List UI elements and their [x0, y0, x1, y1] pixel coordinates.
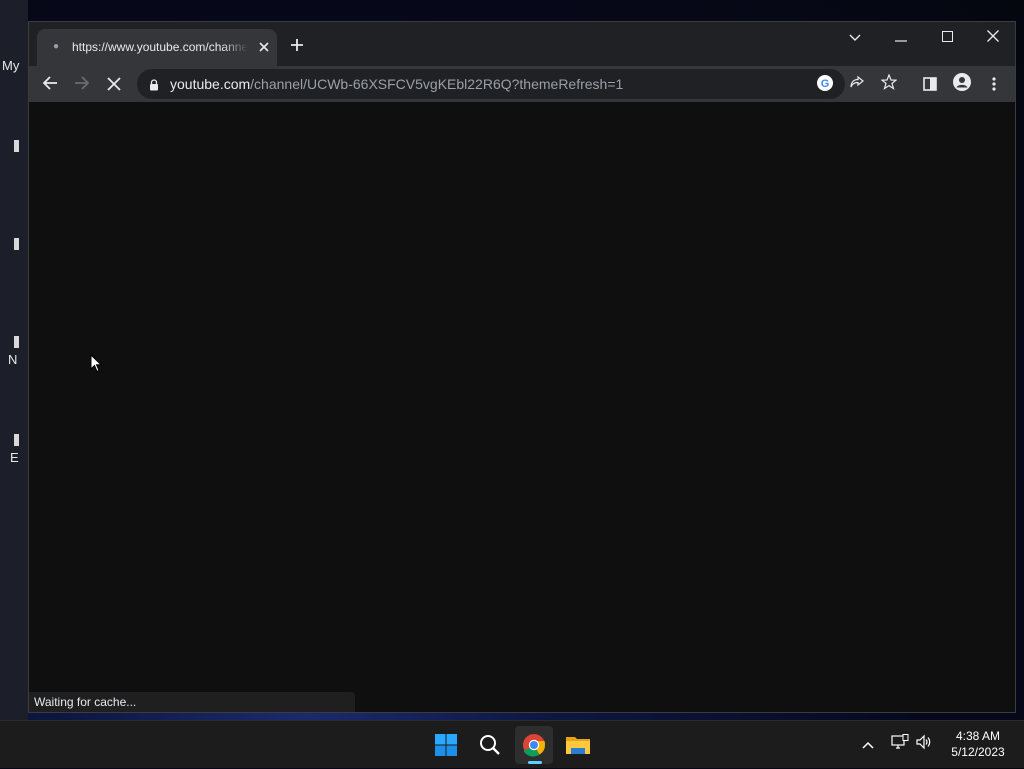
share-icon[interactable]: [847, 74, 867, 94]
browser-toolbar: youtube.com/channel/UCWb-66XSFCV5vgKEbl2…: [29, 66, 1015, 102]
stop-loading-button[interactable]: [101, 72, 127, 98]
page-content[interactable]: Waiting for cache...: [29, 102, 1015, 712]
back-button[interactable]: [37, 72, 63, 98]
url-text[interactable]: youtube.com/channel/UCWb-66XSFCV5vgKEbl2…: [170, 76, 623, 92]
clock-time: 4:38 AM: [955, 729, 1001, 743]
file-explorer-icon[interactable]: [559, 726, 597, 764]
network-icon[interactable]: [890, 734, 910, 754]
desktop-icon[interactable]: [14, 238, 19, 250]
new-tab-button[interactable]: [285, 35, 309, 59]
browser-window: ● https://www.youtube.com/channel/UCWb-6…: [28, 21, 1016, 713]
tab-search-chevron-down-icon[interactable]: [841, 26, 869, 48]
kebab-menu-icon[interactable]: [981, 72, 1007, 98]
status-bubble: Waiting for cache...: [29, 692, 355, 712]
desktop-icon-label[interactable]: N: [8, 352, 17, 367]
loading-favicon-icon: ●: [53, 41, 60, 52]
chrome-icon[interactable]: [515, 726, 553, 764]
tab-title: https://www.youtube.com/channel/UCWb-66X…: [72, 40, 248, 54]
maximize-button[interactable]: [933, 26, 961, 48]
mouse-cursor-icon: [90, 353, 103, 378]
bookmark-star-icon[interactable]: [879, 73, 899, 94]
url-path: /channel/UCWb-66XSFCV5vgKEbl22R6Q?themeR…: [250, 76, 624, 92]
profile-avatar-icon[interactable]: [949, 72, 975, 98]
search-icon[interactable]: [471, 726, 509, 764]
forward-button[interactable]: [69, 72, 95, 98]
desktop-icon[interactable]: [14, 434, 19, 446]
start-icon[interactable]: [427, 726, 465, 764]
system-clock[interactable]: 4:38 AM 5/12/2023: [946, 728, 1010, 760]
address-bar[interactable]: youtube.com/channel/UCWb-66XSFCV5vgKEbl2…: [137, 69, 898, 99]
google-lens-icon[interactable]: G: [815, 74, 835, 94]
browser-tab[interactable]: ● https://www.youtube.com/channel/UCWb-6…: [37, 29, 277, 66]
desktop-icon-label[interactable]: E: [10, 450, 19, 465]
active-app-indicator: [528, 761, 542, 764]
volume-icon[interactable]: [914, 734, 934, 754]
minimize-button[interactable]: [887, 26, 915, 48]
side-panel-icon[interactable]: [917, 72, 943, 98]
url-host: youtube.com: [170, 76, 251, 92]
desktop-icon[interactable]: [14, 140, 19, 152]
desktop-icon-label[interactable]: My: [2, 58, 19, 73]
taskbar: 4:38 AM 5/12/2023: [0, 720, 1024, 768]
lock-icon[interactable]: [149, 78, 159, 91]
chevron-up-icon[interactable]: [858, 734, 878, 754]
svg-text:G: G: [821, 78, 830, 90]
desktop-icon[interactable]: [14, 336, 19, 348]
tab-close-icon[interactable]: [255, 38, 273, 56]
close-window-button[interactable]: [979, 26, 1007, 48]
clock-date: 5/12/2023: [951, 745, 1005, 759]
title-bar[interactable]: ● https://www.youtube.com/channel/UCWb-6…: [29, 22, 1015, 66]
